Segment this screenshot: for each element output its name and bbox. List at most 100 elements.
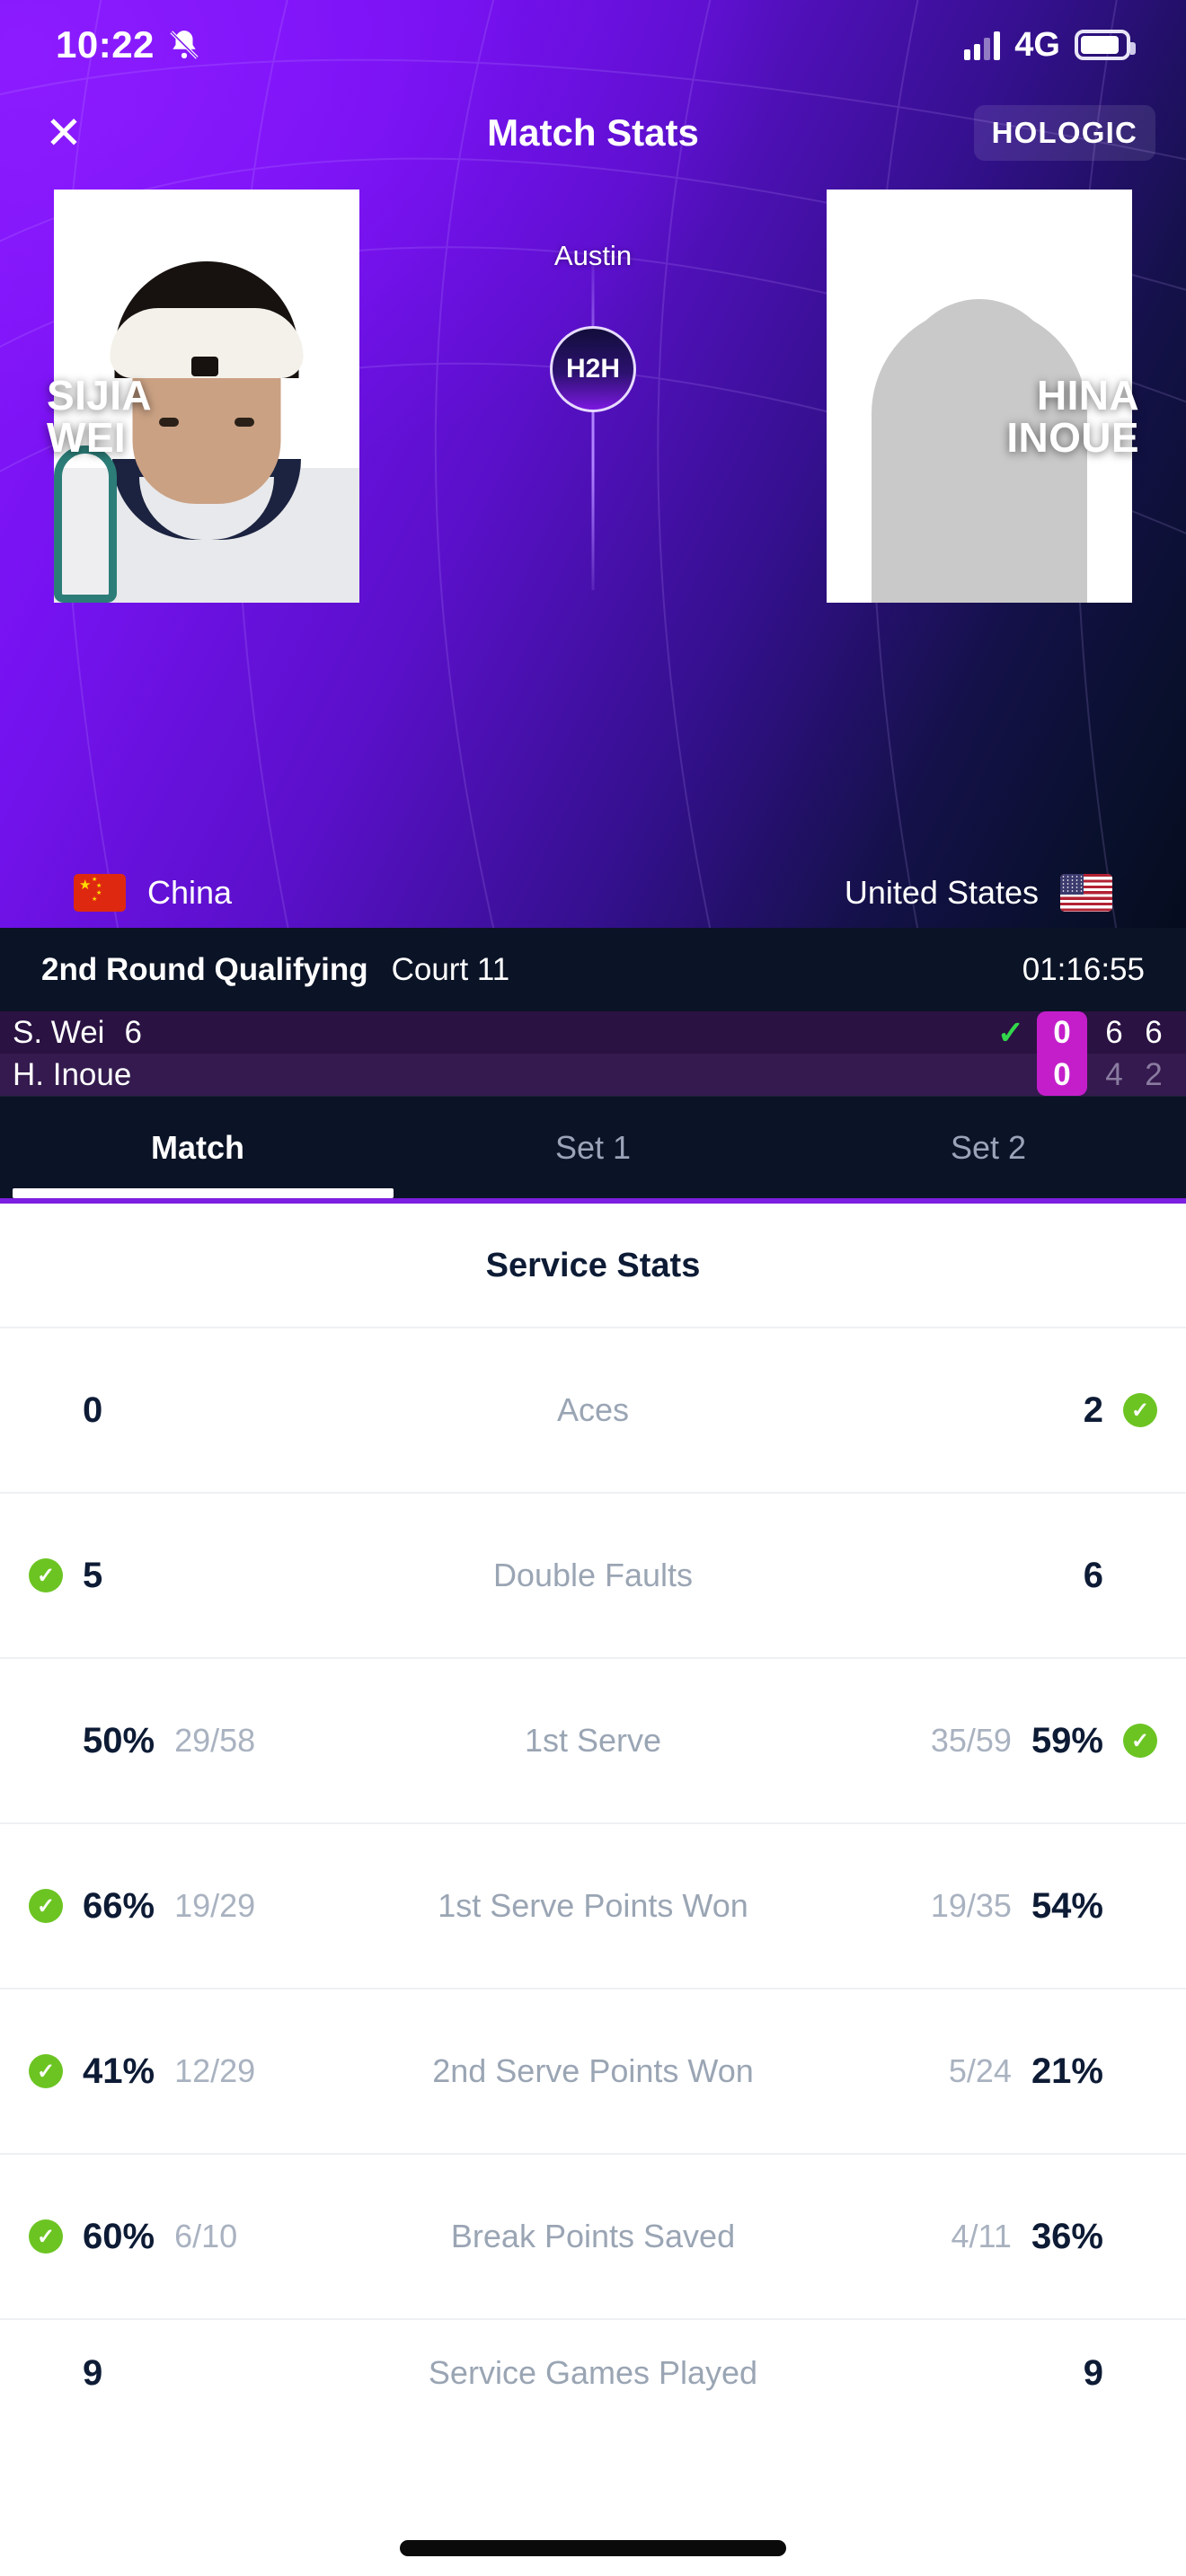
serving-check-icon: ✓ — [996, 1013, 1024, 1051]
stat-row: ✓ 9 Service Games Played 9 ✓ — [0, 2318, 1186, 2426]
scoreboard-player2-scores: ✓ 0 4 2 — [997, 1054, 1186, 1096]
scoreboard-player1-seed: 6 — [124, 1014, 142, 1050]
stat-label: 1st Serve Points Won — [438, 1887, 748, 1924]
home-indicator[interactable] — [400, 2540, 786, 2556]
scoreboard-player2-name: H. Inoue — [13, 1056, 132, 1092]
stat-left-value: 50% — [83, 1720, 155, 1760]
app-header: ✕ Match Stats HOLOGIC — [0, 90, 1186, 175]
scoreboard-player1-scores: ✓ 0 6 6 — [997, 1011, 1186, 1054]
stat-row: ✓ 41% 12/29 2nd Serve Points Won 5/24 21… — [0, 1988, 1186, 2153]
players-section: SIJIA WEI Austin H2H HINA INOUE — [0, 175, 1186, 603]
set-score: 4 — [1105, 1056, 1123, 1092]
scoreboard-player1-current-point: 0 — [1037, 1011, 1087, 1054]
player-left-country-label: China — [147, 874, 233, 911]
stat-left-values: ✓ 9 — [16, 2353, 362, 2394]
player-left-country: ★ ★ ★ ★ ★ China — [74, 874, 232, 912]
stat-left-sub: 12/29 — [174, 2052, 256, 2089]
tab-match[interactable]: Match — [0, 1129, 395, 1167]
stat-left-sub: 29/58 — [174, 1722, 256, 1759]
stat-left-value: 66% — [83, 1885, 155, 1926]
player-left-last-name: WEI — [47, 413, 127, 461]
sponsor-label: HOLOGIC — [991, 115, 1137, 149]
stat-label: 1st Serve — [524, 1722, 662, 1759]
battery-icon — [1075, 30, 1136, 60]
stat-left-value: 41% — [83, 2051, 155, 2091]
stat-label: 2nd Serve Points Won — [432, 2052, 754, 2089]
status-bar-right: 4G — [964, 25, 1136, 65]
stat-left-values: ✓ 66% 19/29 — [16, 1886, 362, 1927]
scoreboard-row-player1[interactable]: S. Wei 6 ✓ 0 6 6 — [0, 1011, 1186, 1054]
match-round-label: 2nd Round Qualifying — [41, 951, 368, 987]
stat-label: Aces — [556, 1391, 630, 1428]
tab-set-1[interactable]: Set 1 — [395, 1129, 791, 1167]
stat-right-value: 9 — [1083, 2352, 1103, 2393]
stat-right-value: 54% — [1031, 1885, 1103, 1926]
stat-row: ✓ 5 Double Faults 6 ✓ — [0, 1492, 1186, 1657]
scoreboard-row-player2[interactable]: H. Inoue ✓ 0 4 2 — [0, 1054, 1186, 1096]
stat-right-sub: 5/24 — [948, 2052, 1012, 2089]
stat-label: Service Games Played — [428, 2354, 758, 2391]
stat-right-value: 6 — [1083, 1555, 1103, 1595]
stat-left-value: 60% — [83, 2216, 155, 2256]
stat-left-values: ✓ 60% 6/10 — [16, 2217, 362, 2257]
stat-right-value: 21% — [1031, 2051, 1103, 2091]
stat-label: Break Points Saved — [450, 2218, 736, 2254]
stat-right-values: 9 ✓ — [824, 2353, 1170, 2394]
stat-right-sub: 4/11 — [951, 2218, 1012, 2254]
network-type-label: 4G — [1014, 25, 1060, 64]
player-left-first-name: SIJIA — [47, 372, 153, 419]
signal-bars-icon — [964, 30, 1001, 60]
stat-left-values: ✓ 41% 12/29 — [16, 2051, 362, 2092]
scoreboard-player2-sets: 4 2 — [1094, 1057, 1173, 1093]
stat-left-values: ✓ 5 — [16, 1556, 362, 1596]
status-bar: 10:22 4G — [0, 0, 1186, 90]
match-info-left: 2nd Round Qualifying Court 11 — [41, 952, 509, 988]
player-right-name: HINA INOUE — [1006, 375, 1139, 459]
leader-check-icon: ✓ — [1123, 1724, 1157, 1758]
leader-check-icon: ✓ — [1123, 1393, 1157, 1427]
stat-left-sub: 19/29 — [174, 1887, 256, 1924]
close-icon[interactable]: ✕ — [31, 100, 97, 166]
status-time: 10:22 — [56, 23, 155, 66]
match-duration: 01:16:55 — [1022, 951, 1145, 987]
player-right-country: United States — [845, 874, 1112, 912]
stat-left-value: 5 — [83, 1555, 103, 1595]
stat-right-value: 2 — [1083, 1389, 1103, 1430]
stat-right-values: 6 ✓ — [824, 1556, 1170, 1596]
match-court-label: Court 11 — [391, 951, 510, 987]
stat-label: Double Faults — [492, 1557, 694, 1593]
stats-section-title: Service Stats — [485, 1247, 701, 1284]
stat-right-value: 36% — [1031, 2216, 1103, 2256]
sponsor-badge[interactable]: HOLOGIC — [973, 104, 1155, 161]
stat-left-values: ✓ 50% 29/58 — [16, 1721, 362, 1761]
match-hero-banner: 10:22 4G ✕ Match Stats HOLOGIC SIJIA WEI… — [0, 0, 1186, 928]
scoreboard-player1-sets: 6 6 — [1094, 1015, 1173, 1051]
scoreboard-player2-current-point: 0 — [1037, 1054, 1087, 1096]
status-bar-left: 10:22 — [56, 23, 201, 66]
h2h-button[interactable]: H2H — [550, 326, 636, 412]
stats-panel: Service Stats ✓ 0 Aces 2 ✓ ✓ 5 Double Fa… — [0, 1204, 1186, 2576]
stat-right-values: 2 ✓ — [824, 1390, 1170, 1431]
stat-row: ✓ 60% 6/10 Break Points Saved 4/11 36% ✓ — [0, 2153, 1186, 2318]
tab-set-2[interactable]: Set 2 — [791, 1129, 1186, 1167]
stat-right-values: 5/24 21% ✓ — [824, 2051, 1170, 2092]
country-row: ★ ★ ★ ★ ★ China United States — [0, 858, 1186, 928]
h2h-label: H2H — [565, 354, 620, 384]
stat-row: ✓ 0 Aces 2 ✓ — [0, 1327, 1186, 1492]
flag-china-icon: ★ ★ ★ ★ ★ — [74, 874, 126, 912]
leader-check-icon: ✓ — [29, 1558, 63, 1592]
player-right-last-name: INOUE — [1006, 413, 1139, 461]
match-center-column: Austin H2H — [458, 175, 728, 590]
leader-check-icon: ✓ — [29, 2219, 63, 2254]
stat-right-values: 4/11 36% ✓ — [824, 2217, 1170, 2257]
match-info-bar: 2nd Round Qualifying Court 11 01:16:55 — [0, 928, 1186, 1011]
stat-right-sub: 35/59 — [930, 1722, 1012, 1759]
player-right-country-label: United States — [844, 874, 1039, 911]
set-score: 6 — [1105, 1014, 1123, 1050]
stats-tab-bar: Match Set 1 Set 2 — [0, 1096, 1186, 1198]
scoreboard-player1-name: S. Wei — [13, 1014, 105, 1050]
center-divider-line — [591, 265, 595, 590]
tab-active-indicator — [13, 1188, 394, 1198]
stat-row: ✓ 66% 19/29 1st Serve Points Won 19/35 5… — [0, 1822, 1186, 1988]
stat-row: ✓ 50% 29/58 1st Serve 35/59 59% ✓ — [0, 1657, 1186, 1822]
